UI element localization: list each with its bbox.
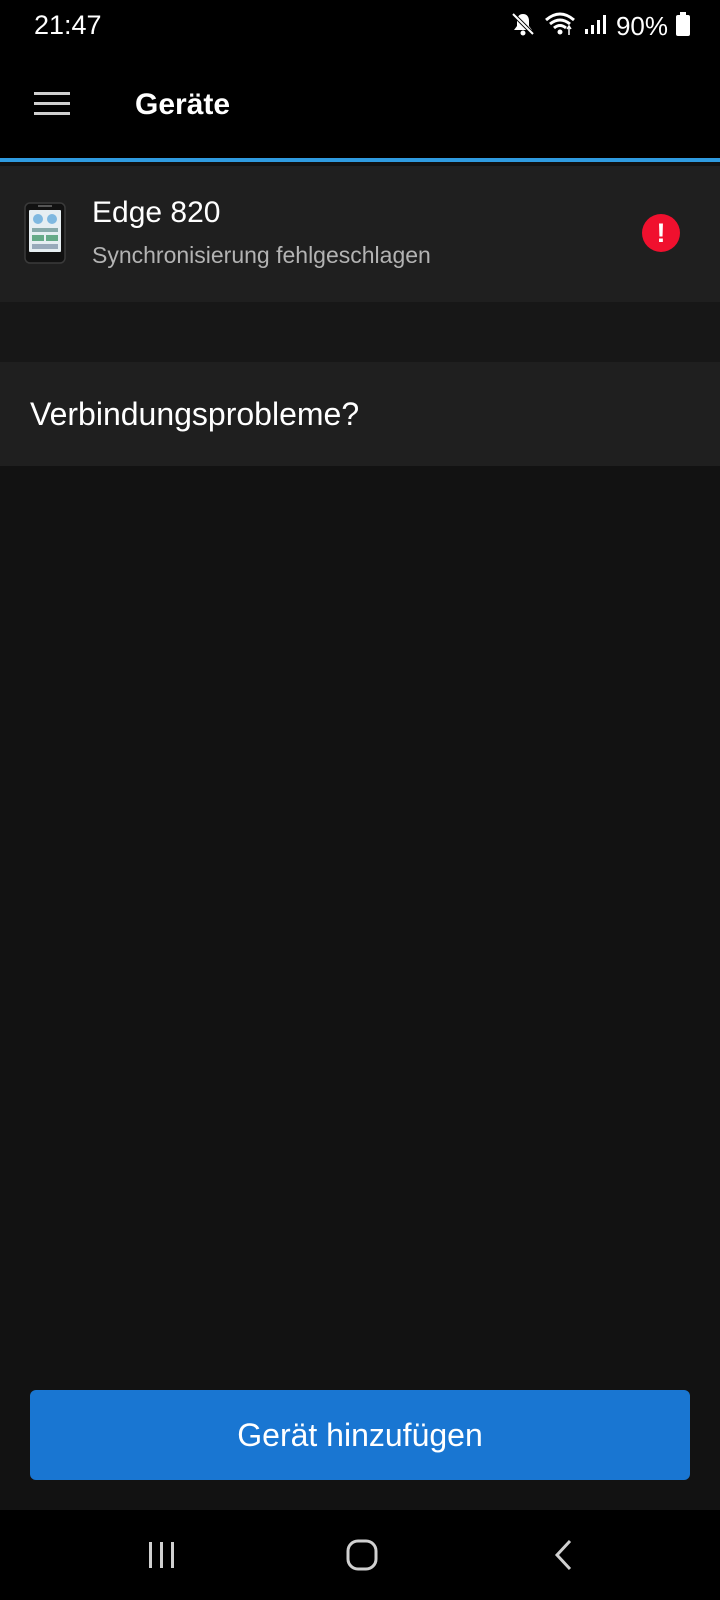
- recent-apps-icon[interactable]: [132, 1532, 192, 1578]
- connection-problems-item[interactable]: Verbindungsprobleme?: [0, 362, 720, 466]
- app-bar: Geräte: [0, 52, 720, 158]
- battery-icon: [676, 11, 690, 41]
- mute-icon: [510, 11, 536, 42]
- status-icons: 90%: [510, 10, 690, 42]
- device-sync-status: Synchronisierung fehlgeschlagen: [92, 242, 431, 268]
- battery-percent: 90%: [615, 10, 668, 41]
- home-icon[interactable]: [332, 1532, 392, 1578]
- page-title: Geräte: [135, 88, 231, 121]
- device-list-item[interactable]: Edge 820 Synchronisierung fehlgeschlagen…: [0, 166, 720, 302]
- device-image: [24, 202, 66, 264]
- back-icon[interactable]: [534, 1532, 594, 1578]
- device-name: Edge 820: [92, 196, 221, 229]
- hamburger-menu-icon[interactable]: [24, 76, 80, 132]
- system-nav-bar: [0, 1510, 720, 1600]
- section-spacer: [0, 302, 720, 362]
- error-icon: !: [642, 214, 680, 252]
- status-bar: 21:47 90%: [0, 0, 720, 52]
- add-device-button[interactable]: Gerät hinzufügen: [30, 1390, 690, 1480]
- status-time: 21:47: [34, 10, 102, 40]
- wifi-icon: [544, 11, 576, 42]
- signal-icon: [584, 13, 606, 40]
- connection-problems-label: Verbindungsprobleme?: [30, 396, 360, 432]
- accent-divider: [0, 158, 720, 162]
